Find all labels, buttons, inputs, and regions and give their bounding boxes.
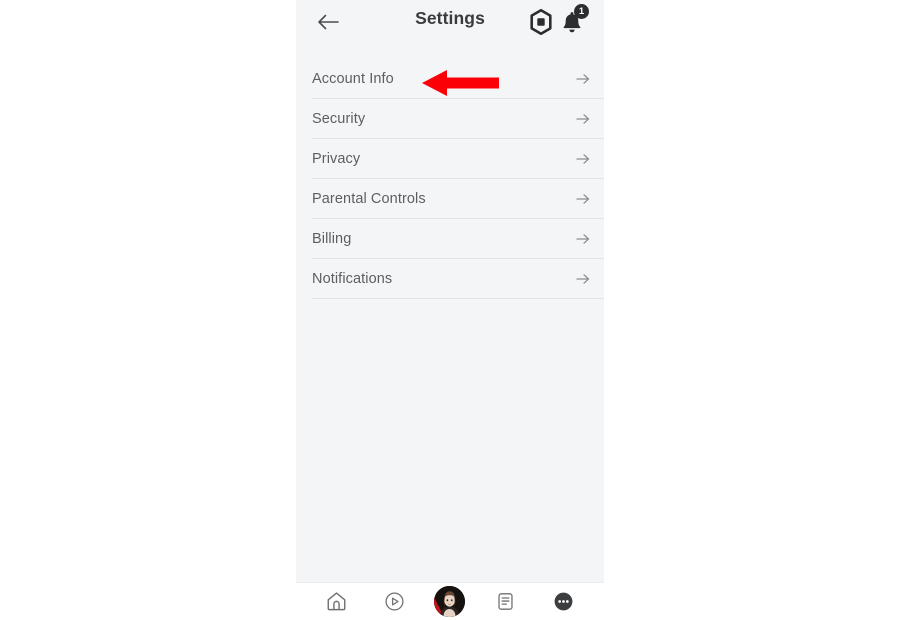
bottom-navigation-bar (296, 582, 604, 620)
settings-row-label: Billing (312, 230, 352, 247)
app-header: Settings 1 (296, 0, 604, 44)
settings-row-label: Privacy (312, 150, 361, 167)
robux-button[interactable] (528, 8, 554, 36)
settings-list: Account Info Security Privacy Parental C… (296, 44, 604, 582)
robux-hexagon-icon (530, 8, 552, 36)
settings-row-billing[interactable]: Billing (312, 219, 604, 259)
settings-row-label: Security (312, 110, 366, 127)
chevron-right-icon (576, 192, 590, 206)
nav-item-play[interactable] (377, 585, 411, 619)
settings-row-parental-controls[interactable]: Parental Controls (312, 179, 604, 219)
settings-row-notifications[interactable]: Notifications (312, 259, 604, 299)
chevron-right-icon (576, 232, 590, 246)
avatar-icon (434, 586, 466, 617)
nav-item-chat[interactable] (489, 585, 523, 619)
settings-row-label: Notifications (312, 270, 393, 287)
chat-document-icon (498, 593, 513, 610)
play-circle-icon (385, 592, 404, 611)
nav-item-more[interactable] (546, 585, 580, 619)
settings-row-label: Parental Controls (312, 190, 426, 207)
notifications-button[interactable]: 1 (558, 4, 589, 36)
chevron-right-icon (576, 272, 590, 286)
chevron-right-icon (576, 152, 590, 166)
home-icon (327, 592, 346, 611)
settings-row-label: Account Info (312, 70, 394, 87)
annotation-arrow-icon (422, 70, 499, 96)
notification-badge: 1 (574, 4, 589, 19)
chevron-right-icon (576, 112, 590, 126)
settings-row-security[interactable]: Security (312, 99, 604, 139)
more-ellipsis-icon (554, 592, 573, 611)
nav-item-home[interactable] (320, 585, 354, 619)
nav-item-avatar[interactable] (434, 586, 466, 617)
settings-row-account-info[interactable]: Account Info (312, 59, 604, 99)
chevron-right-icon (576, 72, 590, 86)
phone-screen: Settings 1 Account Info Security Privacy… (296, 0, 604, 620)
settings-row-privacy[interactable]: Privacy (312, 139, 604, 179)
